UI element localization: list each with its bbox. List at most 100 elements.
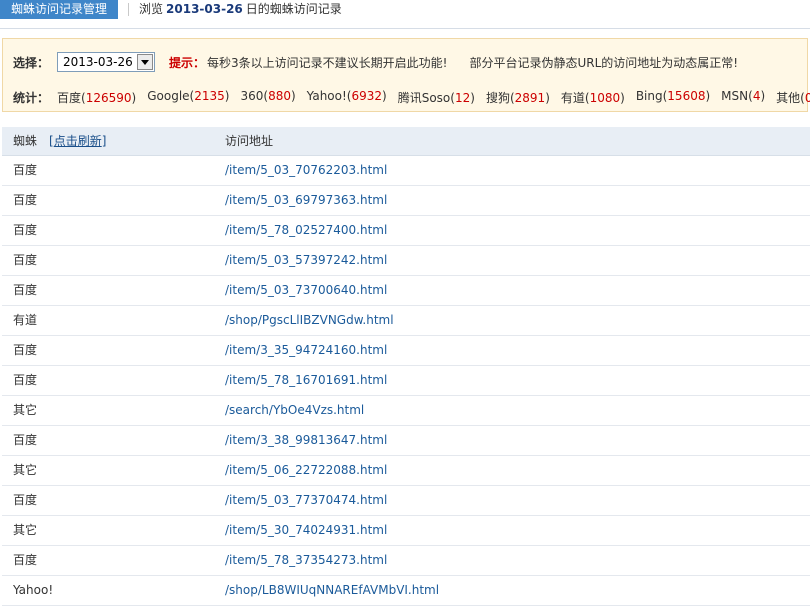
tip-label: 提示： xyxy=(169,55,206,70)
cell-spider: 百度 xyxy=(13,283,38,297)
stats-list: 百度(126590) Google(2135) 360(880) Yahoo!(693… xyxy=(57,89,810,106)
cell-spider: 其它 xyxy=(13,403,38,417)
cell-spider: 百度 xyxy=(13,163,38,177)
cell-url-link[interactable]: /shop/PgscLlIBZVNGdw.html xyxy=(225,306,394,335)
table-row: 百度/item/5_03_77370474.html xyxy=(2,486,810,516)
cell-spider: 其它 xyxy=(13,463,38,477)
stat-item[interactable]: 百度(126590) xyxy=(57,89,136,106)
cell-spider: 百度 xyxy=(13,223,38,237)
cell-url-link[interactable]: /item/5_03_73700640.html xyxy=(225,276,387,305)
table-row: 百度/item/5_78_16701691.html xyxy=(2,366,810,396)
stat-count: 15608 xyxy=(667,88,706,103)
tip-text: 每秒3条以上访问记录不建议长期开启此功能! xyxy=(207,55,448,70)
breadcrumb-suffix: 日的蜘蛛访问记录 xyxy=(245,2,342,16)
cell-url-link[interactable]: /item/5_78_02527400.html xyxy=(225,216,387,245)
cell-spider: 百度 xyxy=(13,193,38,207)
table-row: 百度/item/5_03_57397242.html xyxy=(2,246,810,276)
stat-name: 360 xyxy=(240,88,264,103)
cell-url-link[interactable]: /item/5_78_37354273.html xyxy=(225,546,387,575)
stat-name: MSN xyxy=(721,88,749,103)
table-row: 其它/item/5_30_74024931.html xyxy=(2,516,810,546)
table-row: 百度/item/3_38_99813647.html xyxy=(2,426,810,456)
breadcrumb-divider xyxy=(128,3,129,16)
stat-name: 有道 xyxy=(560,90,585,105)
stat-count: 2891 xyxy=(514,90,546,105)
cell-spider: 百度 xyxy=(13,343,38,357)
cell-url-link[interactable]: /item/5_30_74024931.html xyxy=(225,516,387,545)
stat-name: 百度 xyxy=(57,90,82,105)
breadcrumb: 浏览 2013-03-26 日的蜘蛛访问记录 xyxy=(139,0,342,19)
stat-item[interactable]: Google(2135) xyxy=(147,89,229,106)
column-header-spider: 蜘蛛 xyxy=(13,134,38,148)
stat-count: 1080 xyxy=(589,90,621,105)
select-label: 选择： xyxy=(13,55,50,70)
table-row: 百度/item/5_03_69797363.html xyxy=(2,186,810,216)
column-header-url: 访问地址 xyxy=(225,134,274,148)
cell-url-link[interactable]: /item/3_35_94724160.html xyxy=(225,336,387,365)
cell-spider: 百度 xyxy=(13,433,38,447)
stat-item[interactable]: 其他(0) xyxy=(776,89,810,106)
stat-name: 腾讯Soso xyxy=(397,90,451,105)
breadcrumb-date: 2013-03-26 xyxy=(166,2,243,16)
cell-spider: 其它 xyxy=(13,523,38,537)
cell-spider: 百度 xyxy=(13,553,38,567)
filter-panel: 选择： 2013-03-26 提示： 每秒3条以上访问记录不建议长期开启此功能!… xyxy=(2,38,810,112)
table-row: 其它/search/YbOe4Vzs.html xyxy=(2,396,810,426)
cell-spider: Yahoo! xyxy=(13,583,54,597)
cell-url-link[interactable]: /item/5_06_22722088.html xyxy=(225,456,387,485)
stat-count: 880 xyxy=(268,88,291,103)
table-body: 百度/item/5_03_70762203.html 百度/item/5_03_6… xyxy=(2,156,810,606)
stat-item[interactable]: Yahoo!(6932) xyxy=(307,89,387,106)
date-select[interactable]: 2013-03-26 xyxy=(57,52,156,72)
table-row: 有道/shop/PgscLlIBZVNGdw.html xyxy=(2,306,810,336)
cell-url-link[interactable]: /item/5_03_57397242.html xyxy=(225,246,387,275)
table-header: 蜘蛛 [点击刷新] 访问地址 xyxy=(2,127,810,156)
table-row: 百度/item/5_78_02527400.html xyxy=(2,216,810,246)
breadcrumb-prefix: 浏览 xyxy=(139,2,164,16)
stat-item[interactable]: 360(880) xyxy=(240,89,295,106)
stat-count: 6932 xyxy=(351,88,383,103)
table-row: 百度/item/5_78_37354273.html xyxy=(2,546,810,576)
date-select-value: 2013-03-26 xyxy=(63,55,133,69)
stat-count: 0 xyxy=(804,90,810,105)
stat-name: Google xyxy=(147,88,190,103)
cell-url-link[interactable]: /item/5_03_69797363.html xyxy=(225,186,387,215)
stat-item[interactable]: 搜狗(2891) xyxy=(486,89,550,106)
stat-name: Yahoo! xyxy=(306,88,347,103)
stat-item[interactable]: Bing(15608) xyxy=(636,89,710,106)
stat-count: 126590 xyxy=(85,90,132,105)
refresh-link-wrapper: [点击刷新] xyxy=(49,134,107,148)
cell-spider: 百度 xyxy=(13,373,38,387)
cell-url-link[interactable]: /item/5_03_70762203.html xyxy=(225,156,387,185)
dropdown-arrow-icon[interactable] xyxy=(137,54,154,70)
cell-url-link[interactable]: /shop/LB8WIUqNNAREfAVMbVI.html xyxy=(225,576,439,605)
table-row: 百度/item/5_03_73700640.html xyxy=(2,276,810,306)
stats-label: 统计： xyxy=(13,90,50,105)
table-row: 百度/item/3_35_94724160.html xyxy=(2,336,810,366)
spider-log-table: 蜘蛛 [点击刷新] 访问地址 百度/item/5_03_70762203.htm… xyxy=(2,127,810,606)
cell-spider: 有道 xyxy=(13,313,38,327)
stat-name: 其他 xyxy=(776,90,801,105)
stat-item[interactable]: 腾讯Soso(12) xyxy=(398,89,475,106)
filter-row: 选择： 2013-03-26 提示： 每秒3条以上访问记录不建议长期开启此功能!… xyxy=(13,51,738,73)
stat-name: 搜狗 xyxy=(485,90,510,105)
stat-name: Bing xyxy=(635,88,663,103)
cell-spider: 百度 xyxy=(13,253,38,267)
cell-url-link[interactable]: /item/5_78_16701691.html xyxy=(225,366,387,395)
tip-text-secondary: 部分平台记录伪静态URL的访问地址为动态属正常! xyxy=(469,55,739,70)
stats-row: 统计： 百度(126590) Google(2135) 360(880) Yahoo!… xyxy=(13,89,810,105)
stat-count: 2135 xyxy=(194,88,225,103)
spider-log-management-tab[interactable]: 蜘蛛访问记录管理 xyxy=(0,0,118,19)
table-row: 其它/item/5_06_22722088.html xyxy=(2,456,810,486)
table-row: Yahoo! /shop/LB8WIUqNNAREfAVMbVI.html xyxy=(2,576,810,606)
table-row: 百度/item/5_03_70762203.html xyxy=(2,156,810,186)
cell-url-link[interactable]: /item/5_03_77370474.html xyxy=(225,486,387,515)
stat-count: 12 xyxy=(454,90,471,105)
cell-spider: 百度 xyxy=(13,493,38,507)
refresh-link[interactable]: 点击刷新 xyxy=(54,134,102,148)
stat-item[interactable]: 有道(1080) xyxy=(561,89,625,106)
cell-url-link[interactable]: /item/3_38_99813647.html xyxy=(225,426,387,455)
cell-url-link[interactable]: /search/YbOe4Vzs.html xyxy=(225,396,364,425)
top-bar: 蜘蛛访问记录管理 浏览 2013-03-26 日的蜘蛛访问记录 xyxy=(0,0,810,29)
stat-item[interactable]: MSN(4) xyxy=(721,89,765,106)
